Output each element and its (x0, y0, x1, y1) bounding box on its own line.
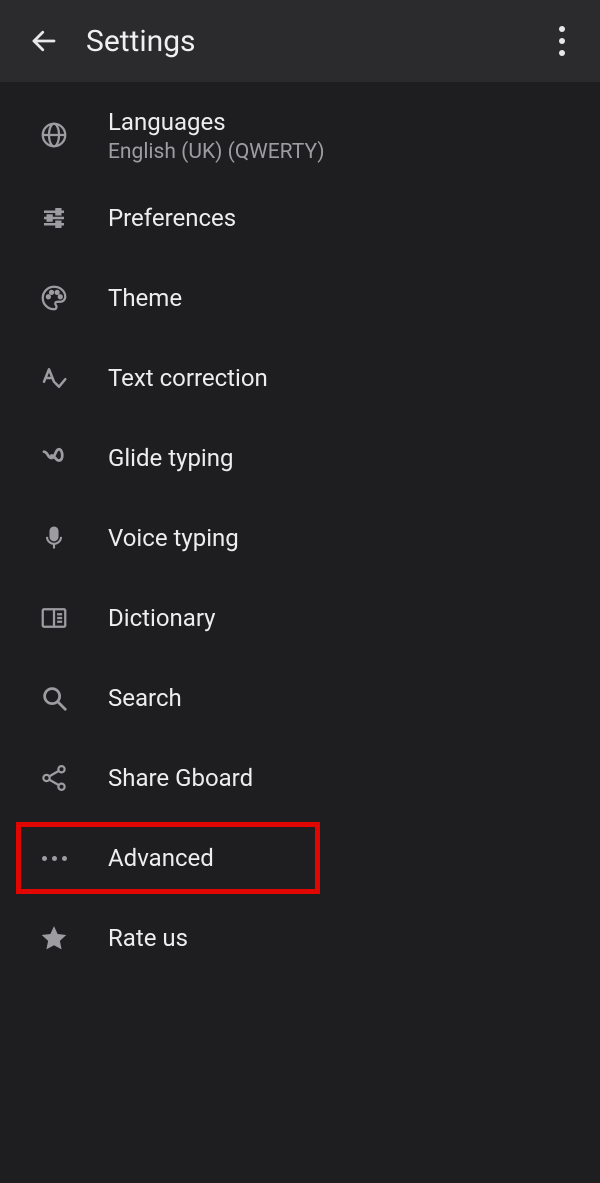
arrow-back-icon (29, 26, 59, 56)
mic-icon (34, 524, 74, 552)
item-theme[interactable]: Theme (0, 258, 600, 338)
item-text-correction[interactable]: Text correction (0, 338, 600, 418)
page-title: Settings (86, 24, 542, 59)
share-icon (34, 763, 74, 793)
item-title: Advanced (108, 842, 214, 874)
item-title: Text correction (108, 362, 268, 394)
item-title: Rate us (108, 922, 188, 954)
more-horiz-icon (34, 856, 74, 861)
item-title: Search (108, 682, 182, 714)
item-title: Voice typing (108, 522, 239, 554)
item-subtitle: English (UK) (QWERTY) (108, 140, 325, 164)
item-title: Theme (108, 282, 182, 314)
item-title: Languages (108, 106, 325, 138)
star-icon (34, 923, 74, 953)
item-rate-us[interactable]: Rate us (0, 898, 600, 978)
more-vert-icon (559, 26, 565, 56)
item-preferences[interactable]: Preferences (0, 178, 600, 258)
app-bar: Settings (0, 0, 600, 82)
item-title: Dictionary (108, 602, 216, 634)
settings-list: Languages English (UK) (QWERTY) Preferen… (0, 82, 600, 978)
overflow-menu-button[interactable] (542, 21, 582, 61)
gesture-icon (34, 443, 74, 473)
item-share-gboard[interactable]: Share Gboard (0, 738, 600, 818)
book-icon (34, 603, 74, 633)
item-voice-typing[interactable]: Voice typing (0, 498, 600, 578)
tune-icon (34, 203, 74, 233)
item-dictionary[interactable]: Dictionary (0, 578, 600, 658)
item-title: Glide typing (108, 442, 233, 474)
palette-icon (34, 283, 74, 313)
item-languages[interactable]: Languages English (UK) (QWERTY) (0, 92, 600, 178)
item-advanced[interactable]: Advanced (0, 818, 600, 898)
item-title: Share Gboard (108, 762, 253, 794)
back-button[interactable] (24, 21, 64, 61)
globe-icon (34, 120, 74, 150)
spellcheck-icon (34, 363, 74, 393)
search-icon (34, 683, 74, 713)
item-search[interactable]: Search (0, 658, 600, 738)
item-title: Preferences (108, 202, 236, 234)
item-glide-typing[interactable]: Glide typing (0, 418, 600, 498)
